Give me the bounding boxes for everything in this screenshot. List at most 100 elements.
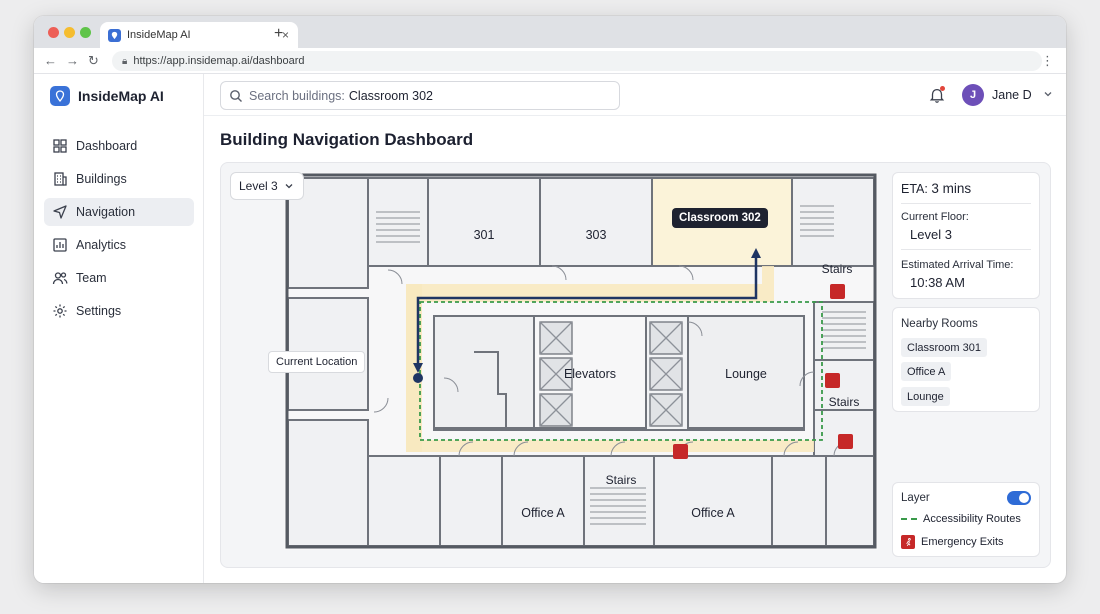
destination-label[interactable]: Classroom 302 bbox=[672, 208, 768, 228]
current-floor-value: Level 3 bbox=[910, 227, 952, 242]
tab-title: InsideMap AI bbox=[127, 29, 191, 41]
url-field[interactable]: 🔒︎ https://app.insidemap.ai/dashboard bbox=[112, 51, 1042, 71]
browser-window: InsideMap AI × + ← → ↻ 🔒︎ https://app.in… bbox=[34, 16, 1066, 583]
close-window-button[interactable] bbox=[48, 27, 59, 38]
room-label-301: 301 bbox=[474, 228, 495, 242]
brand[interactable]: InsideMap AI bbox=[50, 86, 164, 106]
sidebar-item-label: Settings bbox=[76, 304, 122, 318]
browser-menu-icon[interactable]: ⋮ bbox=[1041, 53, 1054, 69]
legend-emergency-exits[interactable]: Emergency Exits bbox=[901, 535, 1004, 549]
room-bottom-left-a bbox=[287, 419, 369, 547]
map-pin-logo-icon bbox=[50, 86, 70, 106]
divider bbox=[901, 249, 1031, 250]
search-input[interactable]: Search buildings: Classroom 302 bbox=[220, 81, 620, 110]
search-value: Classroom 302 bbox=[348, 88, 433, 103]
emergency-exit-icon[interactable] bbox=[673, 444, 688, 459]
maximize-window-button[interactable] bbox=[80, 27, 91, 38]
reload-icon[interactable]: ↻ bbox=[88, 53, 99, 69]
room-label-stairs-bottom: Stairs bbox=[606, 473, 637, 487]
stairwell-top-left bbox=[367, 177, 429, 267]
room-label-lounge: Lounge bbox=[725, 367, 767, 381]
room-label-office-a-left: Office A bbox=[521, 506, 565, 520]
nearby-room-chip[interactable]: Classroom 301 bbox=[901, 338, 987, 357]
browser-tab[interactable]: InsideMap AI × bbox=[100, 22, 298, 48]
forward-arrow-icon[interactable]: → bbox=[66, 53, 79, 68]
sidebar-item-dashboard[interactable]: Dashboard bbox=[44, 132, 194, 160]
current-location-marker[interactable] bbox=[413, 373, 423, 383]
nearby-rooms-title: Nearby Rooms bbox=[901, 318, 978, 330]
sidebar-item-team[interactable]: Team bbox=[44, 264, 194, 292]
nearby-room-chip[interactable]: Office A bbox=[901, 362, 952, 381]
room-bottom-1 bbox=[367, 455, 441, 547]
favicon-icon bbox=[108, 28, 121, 42]
avatar[interactable]: J bbox=[962, 84, 984, 106]
brand-name: InsideMap AI bbox=[78, 88, 164, 104]
emergency-exit-icon[interactable] bbox=[838, 434, 853, 449]
room-label-elevators: Elevators bbox=[564, 367, 616, 381]
layer-title: Layer bbox=[901, 492, 930, 504]
eta-value: 3 mins bbox=[931, 181, 972, 196]
address-bar-row: ← → ↻ 🔒︎ https://app.insidemap.ai/dashbo… bbox=[34, 48, 1066, 74]
floor-plan-map[interactable]: 301 303 Stairs Stairs Stairs Elevators L… bbox=[284, 172, 878, 550]
room-303[interactable] bbox=[539, 177, 653, 267]
legend-label: Emergency Exits bbox=[921, 536, 1004, 548]
arrival-time-label: Estimated Arrival Time: bbox=[901, 259, 1014, 271]
core-left-room bbox=[433, 315, 535, 429]
room-office-a-left[interactable] bbox=[501, 455, 585, 547]
grid-icon bbox=[53, 139, 67, 153]
search-icon bbox=[230, 89, 242, 102]
minimize-window-button[interactable] bbox=[64, 27, 75, 38]
room-bottom-2 bbox=[439, 455, 503, 547]
room-right-lower bbox=[813, 409, 875, 457]
level-select-value: Level 3 bbox=[239, 179, 278, 193]
notification-badge bbox=[940, 86, 945, 91]
users-icon bbox=[52, 272, 68, 285]
dashed-line-icon bbox=[901, 518, 917, 520]
arrival-time-value: 10:38 AM bbox=[910, 275, 965, 290]
sidebar-item-label: Analytics bbox=[76, 238, 127, 252]
sidebar-item-buildings[interactable]: Buildings bbox=[44, 165, 194, 193]
sidebar: InsideMap AI Dashboard Buildings Navigat… bbox=[34, 74, 204, 583]
layer-toggle[interactable] bbox=[1007, 491, 1031, 505]
emergency-exit-icon[interactable] bbox=[830, 284, 845, 299]
gear-icon bbox=[53, 304, 67, 318]
sidebar-item-navigation[interactable]: Navigation bbox=[44, 198, 194, 226]
url-text: https://app.insidemap.ai/dashboard bbox=[133, 55, 305, 67]
room-label-303: 303 bbox=[586, 228, 607, 242]
user-name[interactable]: Jane D bbox=[992, 88, 1032, 102]
bar-chart-icon bbox=[53, 238, 67, 252]
back-arrow-icon[interactable]: ← bbox=[44, 53, 57, 68]
browser-tab-bar: InsideMap AI × + bbox=[34, 16, 1066, 48]
route-info-card: ETA: 3 mins Current Floor: Level 3 Estim… bbox=[892, 172, 1040, 299]
room-label-office-a-right: Office A bbox=[691, 506, 735, 520]
sidebar-item-label: Dashboard bbox=[76, 139, 138, 153]
legend-label: Accessibility Routes bbox=[923, 513, 1021, 525]
room-office-a-right[interactable] bbox=[653, 455, 773, 547]
emergency-exit-icon[interactable] bbox=[825, 373, 840, 388]
room-301[interactable] bbox=[427, 177, 541, 267]
eta-row: ETA: 3 mins bbox=[901, 181, 971, 196]
stairwell-top-right bbox=[791, 177, 875, 267]
room-bottom-right-2 bbox=[825, 455, 875, 547]
page-title: Building Navigation Dashboard bbox=[220, 130, 474, 149]
app-topbar: Search buildings: Classroom 302 J Jane D bbox=[204, 74, 1066, 116]
sidebar-item-analytics[interactable]: Analytics bbox=[44, 231, 194, 259]
new-tab-button[interactable]: + bbox=[274, 25, 283, 43]
eta-label: ETA: bbox=[901, 182, 928, 196]
room-label-stairs-right: Stairs bbox=[829, 395, 860, 409]
nearby-room-chip[interactable]: Lounge bbox=[901, 387, 950, 406]
sidebar-item-label: Buildings bbox=[76, 172, 127, 186]
stairwell-right bbox=[813, 301, 875, 361]
sidebar-item-settings[interactable]: Settings bbox=[44, 297, 194, 325]
sidebar-item-label: Team bbox=[76, 271, 107, 285]
current-location-label: Current Location bbox=[268, 351, 366, 373]
divider bbox=[901, 203, 1031, 204]
search-placeholder: Search buildings: bbox=[249, 88, 345, 103]
level-select[interactable]: Level 3 bbox=[230, 172, 304, 200]
avatar-initial: J bbox=[969, 89, 977, 101]
stairwell-bottom bbox=[583, 455, 655, 547]
chevron-down-icon[interactable] bbox=[1042, 88, 1054, 100]
room-bottom-right-1 bbox=[771, 455, 827, 547]
legend-accessibility-routes[interactable]: Accessibility Routes bbox=[901, 513, 1021, 525]
building-icon bbox=[54, 172, 67, 186]
